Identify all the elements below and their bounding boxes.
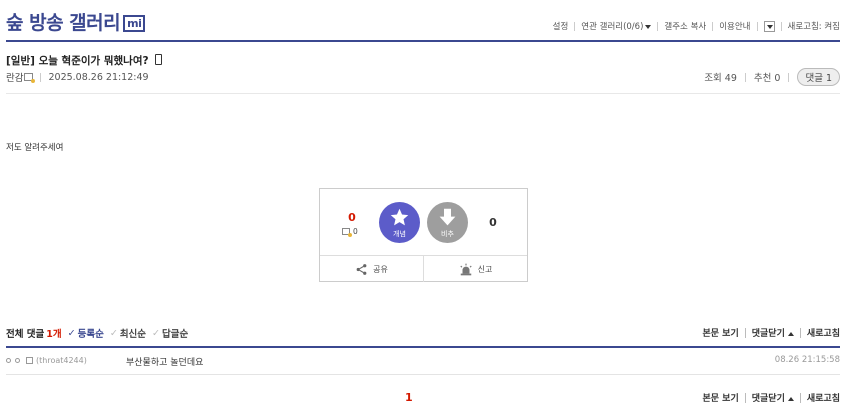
gallery-title-text: 숲 방송 갤러리 [6, 12, 121, 34]
post-title: [일반] 오늘 혁준이가 뭐했나여? [6, 53, 162, 68]
view-count: 조회 49 [704, 73, 737, 84]
close-comments-label: 댓글닫기 [751, 329, 785, 339]
refresh-comments-button-bottom[interactable]: 새로고침 [807, 391, 840, 404]
gallery-title[interactable]: 숲 방송 갤러리 mi [6, 8, 146, 35]
divider [788, 72, 790, 82]
check-icon: ✓ [67, 327, 76, 339]
recommend-footer: 공유 신고 [320, 255, 527, 282]
view-post-button[interactable]: 본문 보기 [702, 326, 738, 339]
comment-text: 부산물하고 놀던데요 [126, 358, 204, 368]
close-comments-button[interactable]: 댓글닫기 [752, 326, 794, 339]
divider [799, 327, 801, 338]
comment-total-label: 전체 댓글 [6, 329, 45, 340]
close-comments-button-bottom[interactable]: 댓글닫기 [752, 391, 794, 404]
divider [657, 21, 659, 31]
arrow-down-icon [439, 208, 456, 226]
fixed-upvote-count: 0 [342, 227, 358, 237]
sort-registered-label: 등록순 [77, 329, 104, 340]
mi-badge: mi [123, 15, 146, 32]
divider [744, 327, 746, 338]
comment-date: 08.26 21:15:58 [774, 355, 840, 365]
divider [744, 72, 746, 82]
comment-divider [6, 346, 840, 348]
downvote-count: 0 [489, 216, 497, 229]
copy-address-link[interactable]: 갤주소 복사 [664, 20, 706, 32]
refresh-comments-button[interactable]: 새로고침 [807, 326, 840, 339]
upvote-count: 0 [348, 211, 356, 224]
divider [756, 21, 758, 31]
caret-down-icon [645, 25, 652, 29]
caret-up-icon [787, 397, 794, 401]
gallery-header: 숲 방송 갤러리 mi 설정 연관 갤러리(0/6) 갤주소 복사 이용안내 새로… [6, 8, 840, 40]
sort-registered[interactable]: ✓ 등록순 [67, 326, 104, 341]
view-post-button-bottom[interactable]: 본문 보기 [702, 391, 738, 404]
upvote-button[interactable]: 개념 [379, 202, 420, 243]
comment-item: (throat4244) 부산물하고 놀던데요 08.26 21:15:58 [6, 354, 840, 370]
divider [744, 392, 746, 403]
comment-actions: 본문 보기 댓글닫기 새로고침 [702, 326, 840, 339]
divider [574, 21, 576, 31]
close-comments-label: 댓글닫기 [751, 394, 785, 404]
page-number-current[interactable]: 1 [405, 391, 413, 404]
divider [40, 72, 42, 82]
related-gallery-label: 연관 갤러리(0/6) [581, 22, 644, 32]
post-stats: 조회 49 추천 0 댓글 1 [704, 68, 840, 86]
share-button[interactable]: 공유 [320, 256, 423, 282]
dropdown-toggle-icon[interactable] [763, 20, 775, 32]
caret-up-icon [787, 332, 794, 336]
recommend-box: 0 0 개념 비추 0 공유 신고 [319, 188, 528, 282]
gallery-nick-icon [26, 357, 33, 364]
author-nick[interactable]: 란감 [6, 70, 23, 84]
report-label: 신고 [477, 264, 493, 274]
fixed-nick-icon [24, 73, 36, 83]
guide-link[interactable]: 이용안내 [719, 20, 750, 32]
comment-toolbar: 전체 댓글 1개 ✓ 등록순 ✓ 최신순 ✓ 답글순 본문 보기 댓글닫기 새로고침 [6, 326, 840, 346]
comment-total-count: 1개 [46, 329, 62, 340]
downvote-button[interactable]: 비추 [427, 202, 468, 243]
fixed-nick-icon [342, 228, 352, 237]
divider [780, 21, 782, 31]
post-body: 저도 알려주세여 [6, 143, 64, 153]
sort-latest-label: 최신순 [119, 329, 147, 340]
comment-header: 전체 댓글 1개 ✓ 등록순 ✓ 최신순 ✓ 답글순 [6, 326, 189, 341]
mobile-icon [154, 54, 162, 65]
related-gallery-link[interactable]: 연관 갤러리(0/6) [581, 20, 652, 32]
bottom-comment-actions: 본문 보기 댓글닫기 새로고침 [702, 391, 840, 404]
settings-link[interactable]: 설정 [553, 20, 569, 32]
post-title-text: [일반] 오늘 혁준이가 뭐했나여? [6, 55, 149, 67]
sort-reply-label: 답글순 [162, 329, 189, 340]
recommend-count: 추천 0 [753, 73, 781, 84]
comment-author-id: (throat4244) [36, 356, 87, 365]
share-icon [356, 263, 367, 275]
comment-row-divider [6, 374, 840, 375]
post-header-divider [6, 93, 840, 94]
upvote-label: 개념 [393, 230, 406, 238]
header-links: 설정 연관 갤러리(0/6) 갤주소 복사 이용안내 새로고침: 켜짐 [553, 20, 840, 32]
downvote-label: 비추 [441, 230, 454, 238]
divider [712, 21, 714, 31]
circle-icon [6, 358, 11, 363]
share-label: 공유 [373, 264, 388, 274]
fixed-upvote-value: 0 [353, 227, 358, 236]
check-icon: ✓ [152, 327, 161, 339]
siren-icon [459, 263, 472, 275]
sort-latest[interactable]: ✓ 최신순 [109, 326, 147, 341]
report-button[interactable]: 신고 [423, 256, 527, 282]
header-divider [6, 40, 840, 42]
comment-count-button[interactable]: 댓글 1 [797, 68, 840, 86]
comment-author[interactable]: (throat4244) [6, 356, 87, 365]
sort-reply[interactable]: ✓ 답글순 [152, 326, 189, 341]
divider [799, 392, 801, 403]
circle-icon [15, 358, 20, 363]
refresh-toggle[interactable]: 새로고침: 켜짐 [788, 20, 841, 32]
post-date: 2025.08.26 21:12:49 [48, 71, 149, 83]
check-icon: ✓ [109, 327, 118, 339]
post-meta: 란감 2025.08.26 21:12:49 [6, 70, 149, 85]
star-icon [390, 208, 409, 226]
